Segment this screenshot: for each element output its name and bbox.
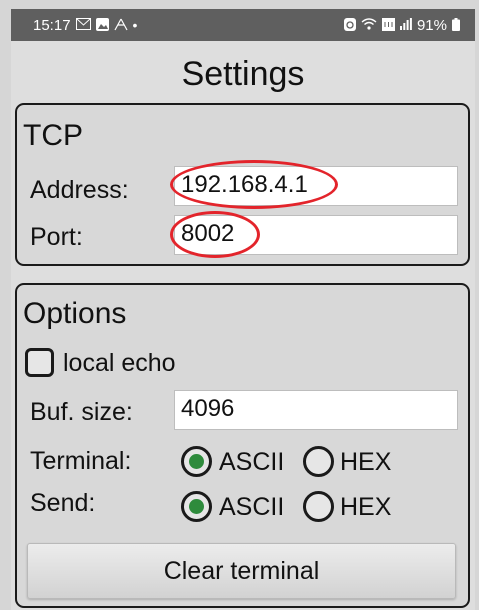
terminal-ascii-label: ASCII <box>219 448 285 476</box>
tcp-panel: TCP Address: 192.168.4.1 Port: 8002 <box>15 103 470 266</box>
radio-selected-dot <box>189 499 204 514</box>
terminal-hex-label: HEX <box>340 448 392 476</box>
buf-size-value: 4096 <box>181 395 235 422</box>
status-bar-right: 91% <box>343 16 460 34</box>
data-icon <box>381 17 395 33</box>
buf-size-label: Buf. size: <box>30 398 133 426</box>
clear-terminal-button[interactable]: Clear terminal <box>27 543 456 599</box>
send-hex-label: HEX <box>340 493 392 521</box>
terminal-label: Terminal: <box>30 447 132 475</box>
signal-icon <box>399 18 412 32</box>
status-bar: 15:17 • 91% <box>11 9 475 41</box>
status-time: 15:17 <box>33 16 71 34</box>
battery-percent: 91% <box>416 16 447 34</box>
address-input[interactable]: 192.168.4.1 <box>174 166 458 206</box>
options-heading: Options <box>23 297 127 330</box>
local-echo-checkbox[interactable] <box>25 348 54 377</box>
port-value: 8002 <box>181 220 235 247</box>
page-title: Settings <box>181 55 305 93</box>
send-ascii-label: ASCII <box>219 493 285 521</box>
send-ascii-radio[interactable] <box>181 491 212 522</box>
send-hex-radio[interactable] <box>303 491 334 522</box>
address-value: 192.168.4.1 <box>181 171 308 198</box>
send-label: Send: <box>30 489 96 517</box>
app-content: Settings TCP Address: 192.168.4.1 Port: … <box>11 41 475 610</box>
terminal-hex-radio[interactable] <box>303 446 334 477</box>
buf-size-input[interactable]: 4096 <box>174 390 458 430</box>
local-echo-label: local echo <box>63 349 176 377</box>
signal-app-icon <box>114 18 128 33</box>
radio-selected-dot <box>189 454 204 469</box>
battery-icon <box>452 17 460 33</box>
dot-icon: • <box>132 17 138 33</box>
status-bar-left: 15:17 • <box>33 17 137 34</box>
wifi-icon <box>361 18 377 32</box>
tcp-heading: TCP <box>23 119 83 152</box>
image-icon <box>95 17 109 33</box>
port-label: Port: <box>30 223 83 251</box>
alarm-icon <box>343 17 356 33</box>
options-panel: Options local echo Buf. size: 4096 Termi… <box>15 283 470 608</box>
terminal-ascii-radio[interactable] <box>181 446 212 477</box>
mail-icon <box>75 18 91 32</box>
port-input[interactable]: 8002 <box>174 215 458 255</box>
address-label: Address: <box>30 176 129 204</box>
